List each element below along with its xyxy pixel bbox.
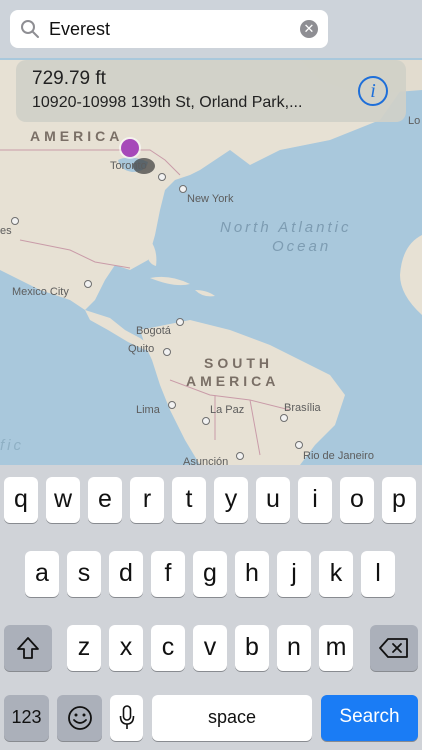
label-new-york: New York — [187, 193, 234, 205]
magnifier-icon — [21, 20, 39, 38]
key-n[interactable]: n — [277, 625, 311, 671]
label-pacific-fragment: fic — [0, 437, 24, 454]
delete-key[interactable] — [370, 625, 418, 671]
city-dot-brasilia — [280, 414, 288, 422]
numbers-key[interactable]: 123 — [4, 695, 49, 741]
key-k[interactable]: k — [319, 551, 353, 597]
city-dot-rio — [295, 441, 303, 449]
key-d[interactable]: d — [109, 551, 143, 597]
key-f[interactable]: f — [151, 551, 185, 597]
backspace-icon — [379, 638, 408, 658]
elevation-value: 729.79 ft — [32, 68, 106, 89]
microphone-icon — [119, 705, 134, 729]
key-b[interactable]: b — [235, 625, 269, 671]
search-value[interactable]: Everest — [49, 19, 110, 40]
label-brasilia: Brasília — [284, 402, 321, 414]
search-key[interactable]: Search — [321, 695, 418, 741]
key-y[interactable]: y — [214, 477, 248, 523]
city-dot-toronto — [158, 173, 166, 181]
key-v[interactable]: v — [193, 625, 227, 671]
city-dot-quito — [163, 348, 171, 356]
keyboard: q w e r t y u i o p a s d f g h j k l z … — [0, 465, 422, 750]
key-m[interactable]: m — [319, 625, 353, 671]
map-pin[interactable] — [121, 139, 139, 157]
key-a[interactable]: a — [25, 551, 59, 597]
emoji-key[interactable] — [57, 695, 102, 741]
city-dot-west — [11, 217, 19, 225]
label-north-atlantic: North Atlantic — [220, 219, 352, 236]
info-circle-icon[interactable]: i — [358, 76, 388, 106]
city-dot-new-york — [179, 185, 187, 193]
label-lima: Lima — [136, 404, 160, 416]
key-u[interactable]: u — [256, 477, 290, 523]
label-es: es — [0, 225, 12, 237]
key-w[interactable]: w — [46, 477, 80, 523]
city-dot-lima — [168, 401, 176, 409]
label-north-america: AMERICA — [30, 128, 124, 144]
label-ocean: Ocean — [272, 238, 332, 255]
search-input[interactable]: Everest ✕ — [10, 10, 328, 48]
shift-icon — [17, 637, 39, 659]
key-p[interactable]: p — [382, 477, 416, 523]
key-r[interactable]: r — [130, 477, 164, 523]
key-q[interactable]: q — [4, 477, 38, 523]
key-x[interactable]: x — [109, 625, 143, 671]
label-rio: Rio de Janeiro — [303, 450, 374, 462]
key-e[interactable]: e — [88, 477, 122, 523]
key-z[interactable]: z — [67, 625, 101, 671]
key-g[interactable]: g — [193, 551, 227, 597]
key-t[interactable]: t — [172, 477, 206, 523]
clear-circle-icon[interactable]: ✕ — [300, 20, 318, 38]
key-h[interactable]: h — [235, 551, 269, 597]
emoji-icon — [67, 706, 92, 730]
label-bogota: Bogotá — [136, 325, 171, 337]
city-dot-asuncion — [236, 452, 244, 460]
label-asuncion: Asunción — [183, 456, 229, 465]
city-dot-mexico-city — [84, 280, 92, 288]
label-south: SOUTH — [204, 355, 273, 371]
mic-key[interactable] — [110, 695, 143, 741]
space-key[interactable]: space — [152, 695, 312, 741]
label-lo: Lo — [408, 115, 421, 127]
key-s[interactable]: s — [67, 551, 101, 597]
search-bar: Everest ✕ — [0, 0, 422, 58]
label-toronto: Toronto — [110, 160, 147, 172]
location-callout[interactable]: 729.79 ft 10920-10998 139th St, Orland P… — [16, 60, 406, 122]
address-value: 10920-10998 139th St, Orland Park,... — [32, 94, 303, 111]
key-i[interactable]: i — [298, 477, 332, 523]
key-l[interactable]: l — [361, 551, 395, 597]
label-mexico-city: Mexico City — [12, 286, 69, 298]
key-c[interactable]: c — [151, 625, 185, 671]
label-south-america: AMERICA — [186, 373, 280, 389]
label-la-paz: La Paz — [210, 404, 245, 416]
city-dot-bogota — [176, 318, 184, 326]
shift-key[interactable] — [4, 625, 52, 671]
key-o[interactable]: o — [340, 477, 374, 523]
label-quito: Quito — [128, 343, 155, 355]
city-dot-la-paz — [202, 417, 210, 425]
key-j[interactable]: j — [277, 551, 311, 597]
